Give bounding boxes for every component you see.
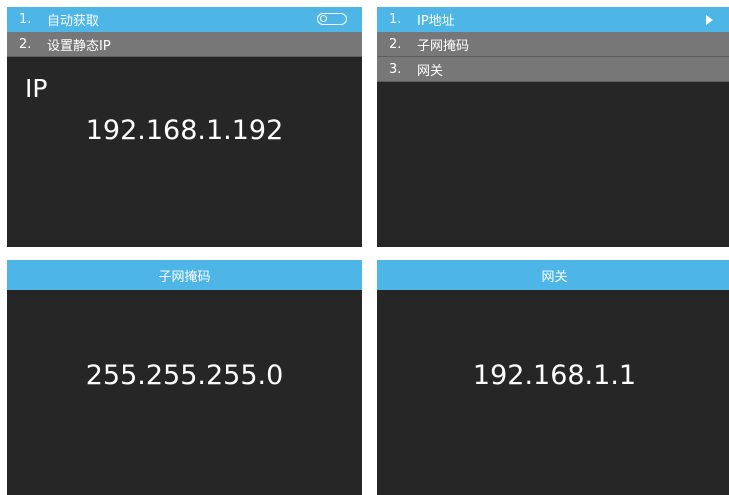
menu-item-number: 3. (389, 61, 402, 77)
toggle-switch-icon[interactable] (317, 13, 347, 25)
menu-item-number: 1. (389, 12, 402, 27)
subnet-mask-panel: 子网掩码 255.255.255.0 (7, 260, 362, 495)
static-ip-number: 2. (19, 36, 32, 52)
menu-item-label: 网关 (417, 63, 444, 79)
menu-item-label: IP地址 (417, 14, 455, 29)
static-ip-label: 设置静态IP (47, 38, 111, 54)
gateway-title: 网关 (377, 260, 729, 290)
play-arrow-icon (706, 15, 713, 25)
menu-item-gateway[interactable]: 3. 网关 (377, 57, 729, 82)
network-mode-panel: 1. 自动获取 2. 设置静态IP IP 192.168.1.192 (7, 7, 362, 247)
subnet-mask-value: 255.255.255.0 (85, 360, 284, 391)
auto-obtain-label: 自动获取 (47, 14, 100, 29)
toggle-knob (320, 15, 327, 22)
static-ip-row[interactable]: 2. 设置静态IP (7, 32, 362, 57)
ip-address-value: 192.168.1.192 (85, 115, 284, 146)
auto-obtain-row[interactable]: 1. 自动获取 (7, 7, 362, 32)
gateway-panel: 网关 192.168.1.1 (377, 260, 729, 495)
ip-heading: IP (25, 74, 48, 103)
menu-item-subnet-mask[interactable]: 2. 子网掩码 (377, 32, 729, 57)
subnet-mask-title: 子网掩码 (7, 260, 362, 290)
menu-item-ip-address[interactable]: 1. IP地址 (377, 7, 729, 32)
auto-obtain-number: 1. (19, 12, 32, 27)
menu-item-label: 子网掩码 (417, 38, 470, 54)
gateway-value: 192.168.1.1 (472, 360, 637, 391)
static-ip-menu-panel: 1. IP地址 2. 子网掩码 3. 网关 (377, 7, 729, 247)
menu-item-number: 2. (389, 36, 402, 52)
